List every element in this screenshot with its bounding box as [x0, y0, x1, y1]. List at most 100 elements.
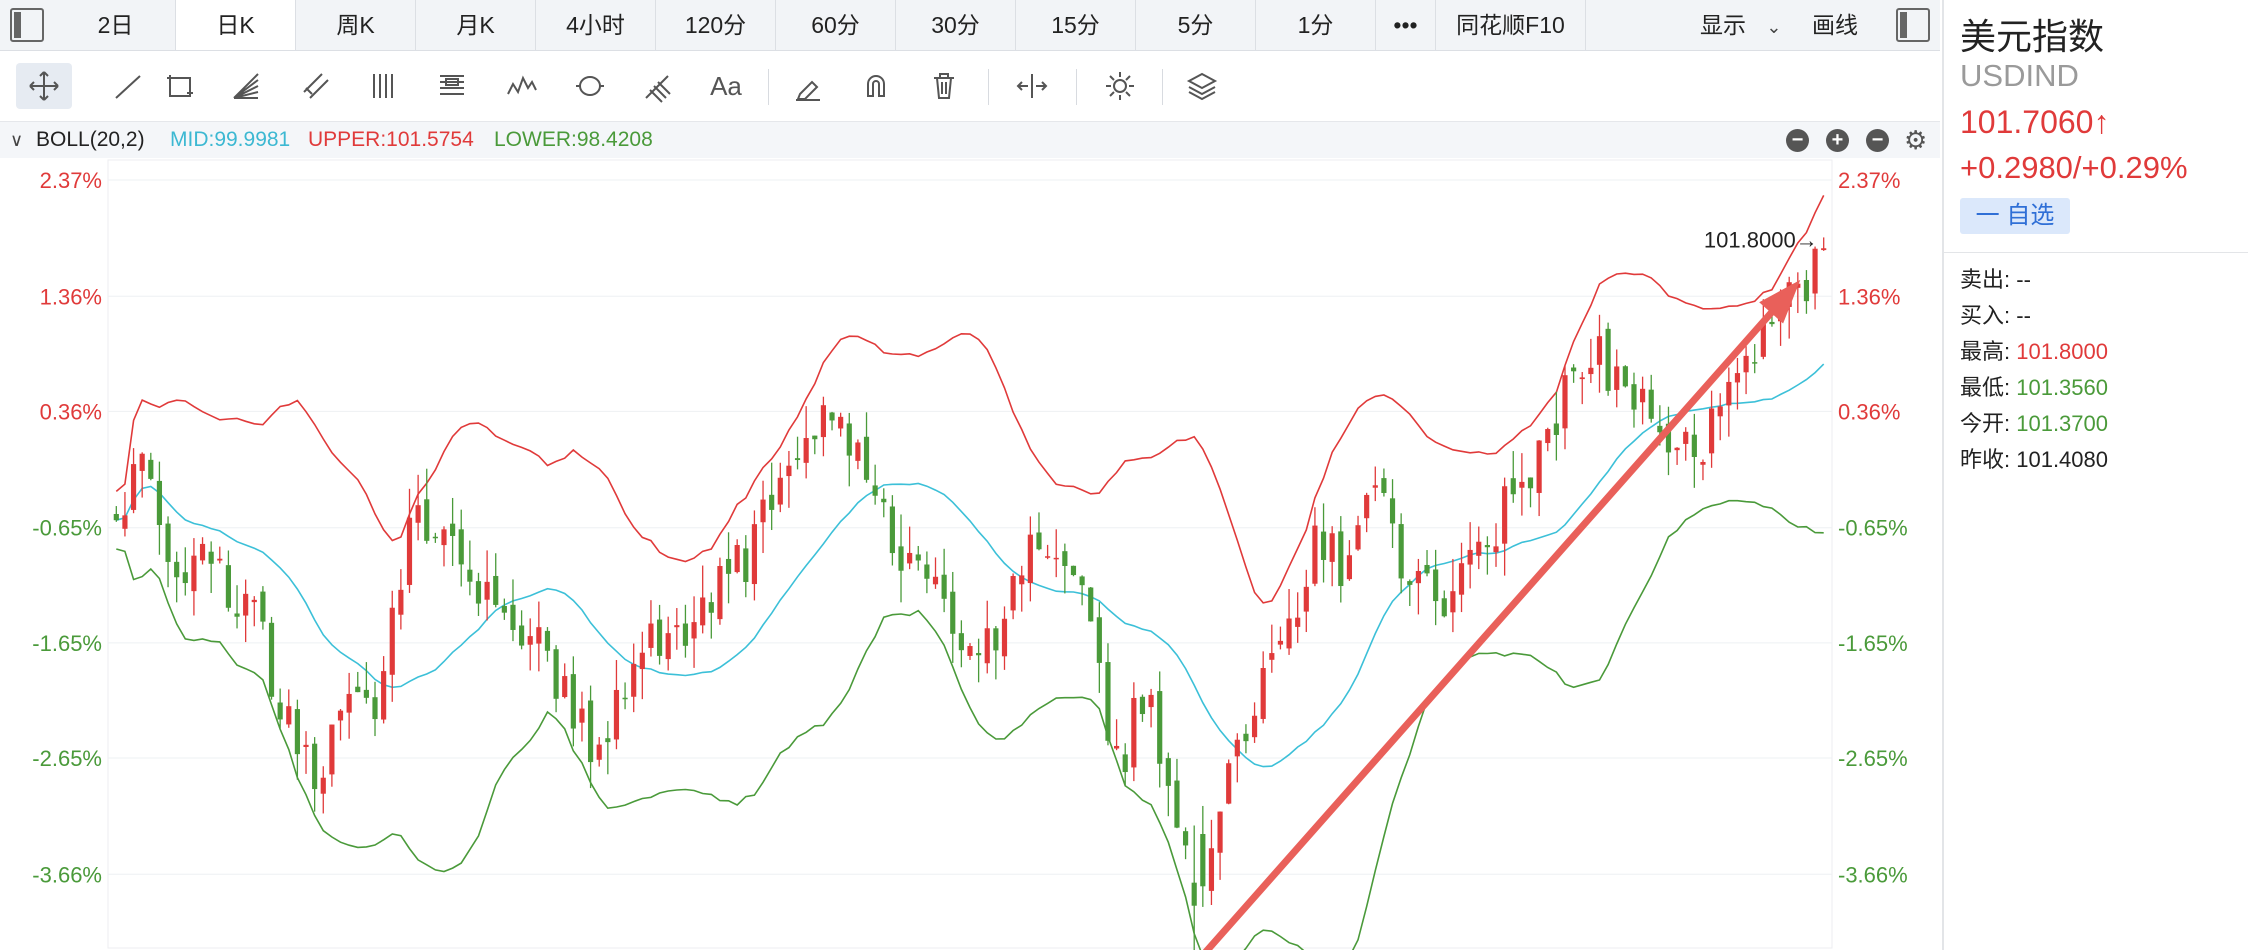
- candle-body: [1277, 640, 1284, 645]
- period-tab-5[interactable]: 120分: [656, 0, 776, 50]
- move-cursor-tool[interactable]: [16, 63, 72, 109]
- candle-body: [734, 544, 740, 573]
- horizontal-fit-tool[interactable]: [1004, 63, 1060, 109]
- candle-body: [665, 633, 671, 660]
- plus-icon[interactable]: +: [1826, 129, 1849, 152]
- left-panel-toggle-icon[interactable]: [10, 8, 44, 42]
- candle-body: [519, 625, 525, 646]
- cycle-icon: [576, 76, 604, 96]
- candle-body: [777, 477, 783, 505]
- candle-body: [1709, 408, 1715, 454]
- channel-icon: [303, 73, 329, 99]
- quote-row-label: 昨收:: [1960, 447, 2011, 472]
- period-tab-4[interactable]: 4小时: [536, 0, 656, 50]
- candle-body: [191, 555, 197, 592]
- candle-body: [1433, 569, 1439, 602]
- candle-body: [846, 423, 852, 456]
- line-tool[interactable]: [100, 63, 156, 109]
- candle-body: [1571, 367, 1577, 372]
- candle-body: [1389, 498, 1396, 524]
- channel-tool[interactable]: [288, 63, 344, 109]
- collapse-chevron-icon[interactable]: ∨: [10, 122, 23, 158]
- candle-body: [1657, 425, 1663, 433]
- candle-body: [277, 702, 283, 720]
- candle-body: [467, 569, 473, 582]
- cycle-tool[interactable]: [562, 63, 618, 109]
- wave-tool[interactable]: [494, 63, 550, 109]
- candle-body: [381, 671, 387, 720]
- candle-body: [794, 458, 801, 461]
- candle-body: [967, 646, 973, 656]
- y-tick-left: -2.65%: [32, 746, 102, 771]
- candle-body: [208, 551, 214, 564]
- period-tab-8[interactable]: 15分: [1016, 0, 1136, 50]
- gear-icon[interactable]: ⚙: [1904, 122, 1927, 158]
- indicator-name[interactable]: BOLL(20,2): [36, 122, 145, 158]
- candle-body: [234, 613, 240, 617]
- quote-row: 最低: 101.3560: [1960, 370, 2108, 402]
- candle-body: [1295, 617, 1301, 627]
- candle-body: [743, 548, 749, 583]
- indicator-bar: ∨ BOLL(20,2) MID:99.9981 UPPER:101.5754 …: [0, 122, 1940, 158]
- y-tick-right: -1.65%: [1838, 631, 1908, 656]
- period-tab-2[interactable]: 周K: [296, 0, 416, 50]
- candle-body: [1260, 668, 1266, 719]
- candle-body: [1510, 478, 1516, 495]
- add-watchlist-button[interactable]: 一 自选: [1960, 198, 2070, 234]
- candle-body: [838, 416, 844, 429]
- parallel-lines-tool[interactable]: [356, 63, 412, 109]
- candle-body: [1493, 546, 1499, 553]
- candle-body: [622, 697, 628, 700]
- quote-row-value: --: [2010, 303, 2031, 328]
- period-bar: 2日 日K 周K 月K 4小时 120分 60分 30分 15分 5分 1分 ••• 同花顺F10 显示…: [0, 0, 1940, 51]
- candle-body: [225, 565, 231, 608]
- quote-row: 卖出: --: [1960, 262, 2031, 294]
- display-menu[interactable]: 显示 ⌄: [1700, 0, 1781, 50]
- period-tab-0[interactable]: 2日: [56, 0, 176, 50]
- quote-row-label: 买入:: [1960, 303, 2011, 328]
- candle-body: [760, 499, 766, 523]
- period-tab-3[interactable]: 月K: [416, 0, 536, 50]
- chevron-down-icon: ⌄: [1766, 17, 1782, 37]
- candle-body: [717, 566, 723, 620]
- right-panel-toggle-icon[interactable]: [1896, 8, 1930, 42]
- candle-body: [1631, 384, 1637, 410]
- kline-chart[interactable]: 2.37% 2.37% 1.36% 1.36% 0.36% 0.36% -0.65% -0.6…: [0, 158, 1940, 950]
- fan-tool[interactable]: [218, 63, 274, 109]
- draw-line-button[interactable]: 画线: [1812, 0, 1858, 50]
- period-tab-11[interactable]: •••: [1376, 0, 1436, 50]
- settings-tool[interactable]: [1092, 63, 1148, 109]
- candle-body: [1605, 328, 1611, 391]
- period-tab-7[interactable]: 30分: [896, 0, 1016, 50]
- period-tab-12[interactable]: 同花顺F10: [1436, 0, 1586, 50]
- candle-body: [1045, 556, 1051, 558]
- candle-body: [450, 523, 456, 536]
- period-tab-9[interactable]: 5分: [1136, 0, 1256, 50]
- display-label: 显示: [1700, 12, 1746, 38]
- remove-icon[interactable]: −: [1866, 129, 1889, 152]
- candle-body: [1424, 564, 1430, 574]
- candle-body: [217, 558, 223, 561]
- minus-icon[interactable]: −: [1786, 129, 1809, 152]
- period-tab-10[interactable]: 1分: [1256, 0, 1376, 50]
- candle-body: [1251, 715, 1258, 738]
- candle-body: [1545, 429, 1551, 444]
- pitchfork-tool[interactable]: [630, 63, 686, 109]
- eraser-tool[interactable]: [780, 63, 836, 109]
- toolbar-separator: [988, 69, 989, 105]
- text-tool[interactable]: Aa: [698, 63, 754, 109]
- period-tab-1[interactable]: 日K: [176, 0, 296, 50]
- candle-body: [199, 543, 206, 561]
- y-tick-right: -3.66%: [1838, 862, 1908, 887]
- rectangle-tool[interactable]: [152, 63, 208, 109]
- candle-body: [1157, 691, 1163, 764]
- layers-tool[interactable]: [1174, 63, 1230, 109]
- candle-body: [1640, 388, 1646, 403]
- candle-body: [863, 436, 870, 480]
- period-tab-6[interactable]: 60分: [776, 0, 896, 50]
- line-icon: [115, 75, 141, 99]
- candle-body: [1648, 389, 1654, 419]
- text-box-tool[interactable]: [424, 63, 480, 109]
- delete-tool[interactable]: [916, 63, 972, 109]
- magnet-tool[interactable]: [848, 63, 904, 109]
